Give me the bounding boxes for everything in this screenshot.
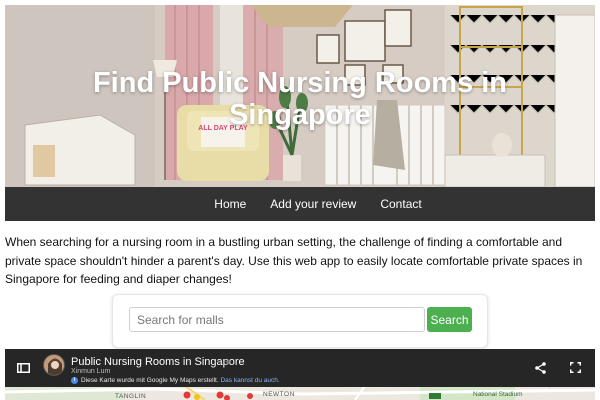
star-icon[interactable]: ★ (224, 357, 232, 368)
intro-paragraph: When searching for a nursing room in a b… (5, 235, 583, 286)
google-my-maps-embed[interactable]: TANGLIN NEWTON National Stadium Sports C… (5, 349, 595, 400)
map-notice-text: Diese Karte wurde mit Google My Maps ers… (81, 377, 219, 384)
mall-search-input[interactable] (129, 307, 425, 332)
map-label-stadium: National Stadium (473, 391, 523, 398)
nav-home-link[interactable]: Home (202, 197, 258, 211)
search-card: Search (112, 294, 488, 348)
panel-toggle-icon[interactable] (17, 363, 30, 373)
page: ALL DAY PLAY Find Public Nursing Rooms i… (0, 0, 600, 400)
fullscreen-icon[interactable] (570, 362, 581, 373)
author-avatar (43, 354, 65, 376)
info-icon: i (71, 377, 78, 384)
page-title-line-2: Singapore (229, 99, 371, 131)
main-nav: Home Add your review Contact (5, 187, 595, 221)
search-button[interactable]: Search (427, 307, 472, 332)
map-title[interactable]: Public Nursing Rooms in Singapore (71, 356, 245, 368)
map-marker[interactable] (216, 391, 224, 399)
map-label-tanglin: TANGLIN (115, 393, 147, 400)
nav-contact-link[interactable]: Contact (368, 197, 433, 211)
share-icon[interactable] (535, 362, 546, 374)
map-marker[interactable] (247, 393, 253, 399)
hero-banner: ALL DAY PLAY Find Public Nursing Rooms i… (5, 5, 595, 187)
map-notice: Diese Karte wurde mit Google My Maps ers… (81, 377, 280, 384)
map-marker[interactable] (194, 394, 200, 400)
nav-add-review-link[interactable]: Add your review (258, 197, 368, 211)
page-title: Find Public Nursing Rooms in Singapore (5, 67, 595, 131)
map-marker[interactable] (183, 391, 191, 399)
map-author: Xinmun Lum (71, 368, 111, 375)
map-header-bar: Public Nursing Rooms in Singapore ★ Xinm… (5, 349, 595, 387)
map-notice-link[interactable]: Das kannst du auch. (220, 377, 279, 384)
page-title-line-1: Find Public Nursing Rooms in (92, 67, 508, 99)
map-label-newton: NEWTON (263, 391, 295, 398)
